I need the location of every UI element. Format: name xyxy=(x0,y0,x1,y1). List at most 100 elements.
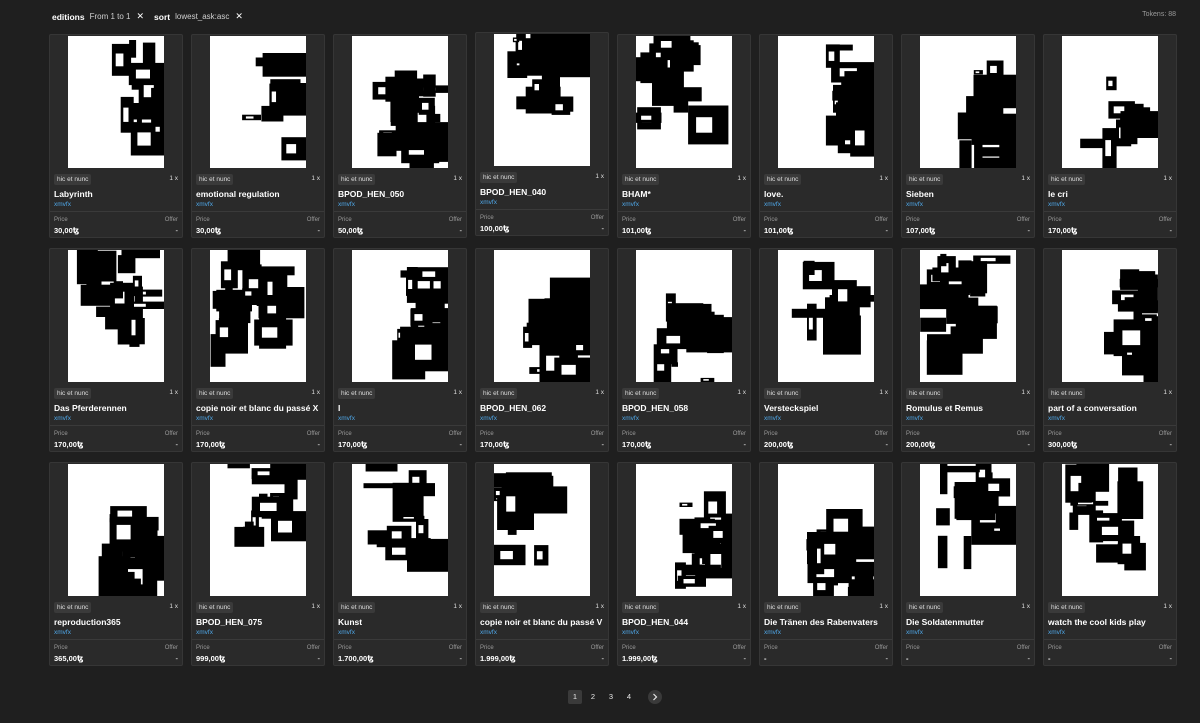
artist-link[interactable]: xmvfx xyxy=(480,629,497,636)
artwork-thumbnail[interactable] xyxy=(920,250,1016,382)
artist-link[interactable]: xmvfx xyxy=(622,201,639,208)
close-icon[interactable]: ✕ xyxy=(137,11,145,22)
artwork-thumbnail[interactable] xyxy=(210,464,306,596)
artist-link[interactable]: xmvfx xyxy=(196,415,213,422)
close-icon[interactable]: ✕ xyxy=(235,11,243,22)
token-title[interactable]: BHAM* xyxy=(622,189,750,199)
artist-link[interactable]: xmvfx xyxy=(338,629,355,636)
artist-link[interactable]: xmvfx xyxy=(906,629,923,636)
page-1[interactable]: 1 xyxy=(568,690,582,704)
artwork-thumbnail[interactable] xyxy=(68,36,164,168)
token-title[interactable]: BPOD_HEN_050 xyxy=(338,189,466,199)
token-title[interactable]: Romulus et Remus xyxy=(906,403,1034,413)
token-card[interactable]: hic et nunc 1 x BPOD_HEN_075 xmvfx Price Offe… xyxy=(191,462,325,666)
artist-link[interactable]: xmvfx xyxy=(764,415,781,422)
artwork-thumbnail[interactable] xyxy=(494,34,590,166)
token-card[interactable]: hic et nunc 1 x BPOD_HEN_044 xmvfx Price Offe… xyxy=(617,462,751,666)
artwork-thumbnail[interactable] xyxy=(1062,464,1158,596)
token-card[interactable]: hic et nunc 1 x reproduction365 xmvfx Price O… xyxy=(49,462,183,666)
artwork-thumbnail[interactable] xyxy=(1062,36,1158,168)
token-title[interactable]: part of a conversation xyxy=(1048,403,1176,413)
artist-link[interactable]: xmvfx xyxy=(54,201,71,208)
artwork-thumbnail[interactable] xyxy=(636,250,732,382)
token-title[interactable]: love. xyxy=(764,189,892,199)
token-card[interactable]: hic et nunc 1 x BHAM* xmvfx Price Offer 101,00… xyxy=(617,34,751,238)
token-card[interactable]: hic et nunc 1 x BPOD_HEN_058 xmvfx Price Offe… xyxy=(617,248,751,452)
token-title[interactable]: I xyxy=(338,403,466,413)
token-card[interactable]: hic et nunc 1 x Das Pferderennen xmvfx Price… xyxy=(49,248,183,452)
token-card[interactable]: hic et nunc 1 x copie noir et blanc du pas… xyxy=(191,248,325,452)
artwork-thumbnail[interactable] xyxy=(920,464,1016,596)
artwork-thumbnail[interactable] xyxy=(494,250,590,382)
token-title[interactable]: copie noir et blanc du passé V xyxy=(480,617,608,627)
artwork-thumbnail[interactable] xyxy=(778,250,874,382)
page-4[interactable]: 4 xyxy=(622,690,636,704)
token-title[interactable]: BPOD_HEN_062 xyxy=(480,403,608,413)
token-card[interactable]: hic et nunc 1 x le cri xmvfx Price Offer 170,0… xyxy=(1043,34,1177,238)
token-title[interactable]: Das Pferderennen xyxy=(54,403,182,413)
artwork-thumbnail[interactable] xyxy=(778,36,874,168)
artwork-thumbnail[interactable] xyxy=(68,250,164,382)
token-title[interactable]: Versteckspiel xyxy=(764,403,892,413)
artist-link[interactable]: xmvfx xyxy=(622,415,639,422)
artwork-thumbnail[interactable] xyxy=(210,36,306,168)
token-card[interactable]: hic et nunc 1 x BPOD_HEN_040 xmvfx Price Offe… xyxy=(475,32,609,236)
token-title[interactable]: Labyrinth xyxy=(54,189,182,199)
artist-link[interactable]: xmvfx xyxy=(54,629,71,636)
artwork-thumbnail[interactable] xyxy=(494,464,590,596)
token-card[interactable]: hic et nunc 1 x watch the cool kids play xm… xyxy=(1043,462,1177,666)
token-card[interactable]: hic et nunc 1 x Labyrinth xmvfx Price Offer 30… xyxy=(49,34,183,238)
token-card[interactable]: hic et nunc 1 x love. xmvfx Price Offer 101,00… xyxy=(759,34,893,238)
token-title[interactable]: Sieben xyxy=(906,189,1034,199)
artist-link[interactable]: xmvfx xyxy=(338,201,355,208)
artwork-thumbnail[interactable] xyxy=(352,250,448,382)
artist-link[interactable]: xmvfx xyxy=(480,199,497,206)
artwork-thumbnail[interactable] xyxy=(778,464,874,596)
token-title[interactable]: copie noir et blanc du passé X xyxy=(196,403,324,413)
token-title[interactable]: BPOD_HEN_075 xyxy=(196,617,324,627)
artist-link[interactable]: xmvfx xyxy=(1048,201,1065,208)
token-title[interactable]: emotional regulation xyxy=(196,189,324,199)
artwork-thumbnail[interactable] xyxy=(210,250,306,382)
token-card[interactable]: hic et nunc 1 x Romulus et Remus xmvfx Price… xyxy=(901,248,1035,452)
artwork-thumbnail[interactable] xyxy=(1062,250,1158,382)
artwork-thumbnail[interactable] xyxy=(352,464,448,596)
token-card[interactable]: hic et nunc 1 x copie noir et blanc du pas… xyxy=(475,462,609,666)
token-title[interactable]: BPOD_HEN_058 xyxy=(622,403,750,413)
token-card[interactable]: hic et nunc 1 x Die Soldatenmutter xmvfx Pri… xyxy=(901,462,1035,666)
token-title[interactable]: BPOD_HEN_044 xyxy=(622,617,750,627)
artist-link[interactable]: xmvfx xyxy=(906,201,923,208)
page-2[interactable]: 2 xyxy=(586,690,600,704)
artwork-thumbnail[interactable] xyxy=(352,36,448,168)
page-3[interactable]: 3 xyxy=(604,690,618,704)
artwork-thumbnail[interactable] xyxy=(636,36,732,168)
token-title[interactable]: Kunst xyxy=(338,617,466,627)
next-page-button[interactable] xyxy=(648,690,662,704)
artist-link[interactable]: xmvfx xyxy=(196,629,213,636)
token-title[interactable]: watch the cool kids play xyxy=(1048,617,1176,627)
artist-link[interactable]: xmvfx xyxy=(1048,415,1065,422)
artwork-thumbnail[interactable] xyxy=(636,464,732,596)
token-title[interactable]: BPOD_HEN_040 xyxy=(480,187,608,197)
token-title[interactable]: le cri xyxy=(1048,189,1176,199)
token-card[interactable]: hic et nunc 1 x part of a conversation xmvf… xyxy=(1043,248,1177,452)
artist-link[interactable]: xmvfx xyxy=(1048,629,1065,636)
token-card[interactable]: hic et nunc 1 x emotional regulation xmvfx P… xyxy=(191,34,325,238)
token-card[interactable]: hic et nunc 1 x BPOD_HEN_062 xmvfx Price Offe… xyxy=(475,248,609,452)
token-card[interactable]: hic et nunc 1 x Die Tränen des Rabenvaters… xyxy=(759,462,893,666)
artist-link[interactable]: xmvfx xyxy=(906,415,923,422)
token-card[interactable]: hic et nunc 1 x Versteckspiel xmvfx Price Off… xyxy=(759,248,893,452)
artist-link[interactable]: xmvfx xyxy=(622,629,639,636)
artwork-thumbnail[interactable] xyxy=(920,36,1016,168)
token-card[interactable]: hic et nunc 1 x Sieben xmvfx Price Offer 107,0… xyxy=(901,34,1035,238)
token-title[interactable]: Die Soldatenmutter xyxy=(906,617,1034,627)
artwork-thumbnail[interactable] xyxy=(68,464,164,596)
token-card[interactable]: hic et nunc 1 x Kunst xmvfx Price Offer 1.700,… xyxy=(333,462,467,666)
token-card[interactable]: hic et nunc 1 x BPOD_HEN_050 xmvfx Price Offe… xyxy=(333,34,467,238)
token-card[interactable]: hic et nunc 1 x Ixmvfx Price Offer 170,00ꜩ - xyxy=(333,248,467,452)
token-title[interactable]: Die Tränen des Rabenvaters xyxy=(764,617,892,627)
artist-link[interactable]: xmvfx xyxy=(338,415,355,422)
artist-link[interactable]: xmvfx xyxy=(54,415,71,422)
artist-link[interactable]: xmvfx xyxy=(764,629,781,636)
artist-link[interactable]: xmvfx xyxy=(480,415,497,422)
